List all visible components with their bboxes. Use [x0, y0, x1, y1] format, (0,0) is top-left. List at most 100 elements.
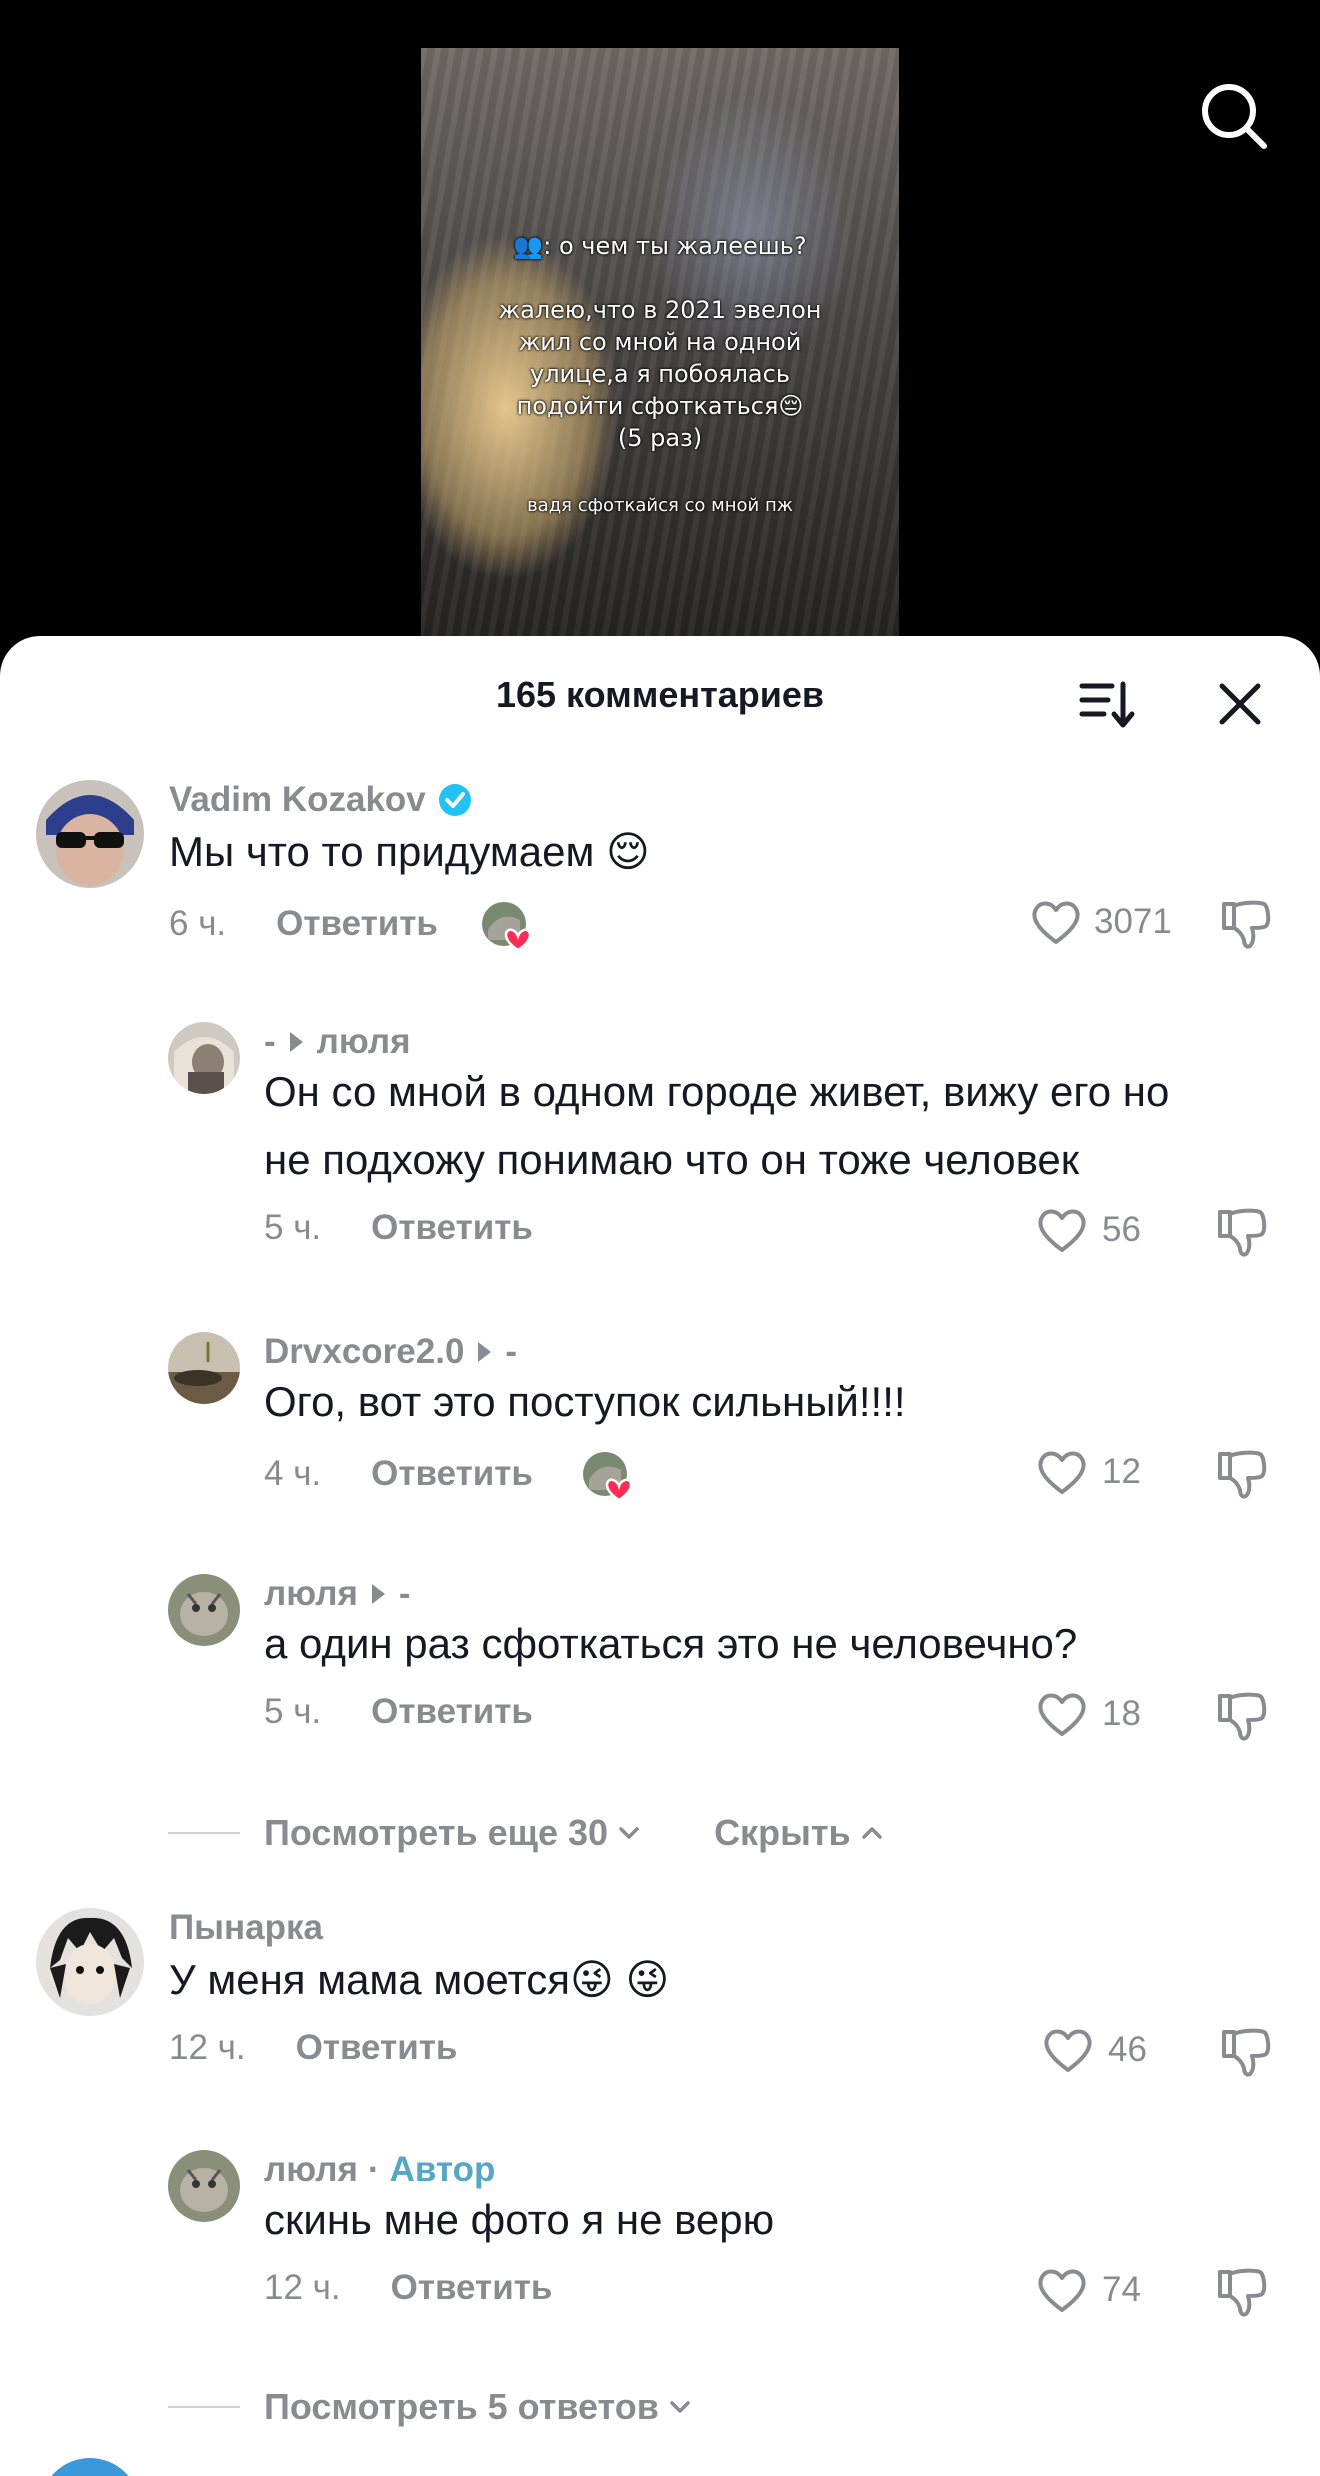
- comment-username[interactable]: Пынарка: [169, 1908, 323, 1948]
- heart-outline-icon: [1038, 1209, 1086, 1252]
- sort-icon: [1079, 681, 1135, 728]
- reply-item: люля - а один раз сфоткаться это не челов…: [0, 1574, 1320, 1741]
- comment-time: 5 ч.: [264, 1692, 322, 1731]
- heart-outline-icon: [1038, 2269, 1086, 2312]
- like-count: 18: [1102, 1694, 1141, 1733]
- reply-arrow-icon: [289, 1032, 303, 1052]
- comment-text: Ого, вот это поступок сильный!!!!: [264, 1378, 906, 1425]
- video-caption-question: 👥: о чем ты жалеешь?: [513, 232, 807, 260]
- view-more-button[interactable]: Посмотреть еще 30: [264, 1812, 608, 1854]
- comment-username[interactable]: Vadim Kozakov: [169, 780, 472, 820]
- like-button[interactable]: 56: [1036, 1206, 1141, 1254]
- heart-outline-icon: [1038, 1451, 1086, 1494]
- dislike-icon: [1218, 1208, 1267, 1257]
- comment-time: 12 ч.: [264, 2268, 341, 2307]
- dislike-button[interactable]: [1218, 896, 1274, 952]
- comment-meta: 12 ч. Ответить: [264, 2268, 552, 2308]
- comment-time: 5 ч.: [264, 1208, 322, 1247]
- comment-meta: 5 ч. Ответить: [264, 1208, 533, 1248]
- comment-meta: 4 ч. Ответить: [264, 1450, 633, 1502]
- reply-button[interactable]: Ответить: [296, 2028, 458, 2068]
- chevron-down-icon: [670, 2401, 690, 2413]
- like-button[interactable]: 46: [1042, 2026, 1147, 2074]
- comment-meta: 12 ч. Ответить: [169, 2028, 457, 2068]
- comment-time: 4 ч.: [264, 1454, 322, 1493]
- dislike-icon: [1218, 1692, 1267, 1741]
- avatar[interactable]: [36, 1908, 144, 2016]
- comments-header: 165 комментариев: [0, 636, 1320, 756]
- comment-text: Он со мной в одном городе живет, вижу ег…: [264, 1068, 1170, 1183]
- comment-item: Пынарка У меня мама моется😜 😜 12 ч. Отве…: [0, 1908, 1320, 2077]
- avatar[interactable]: [168, 1022, 240, 1094]
- dislike-icon: [1222, 900, 1271, 949]
- close-button[interactable]: [1210, 674, 1270, 734]
- author-badge: Автор: [389, 2150, 496, 2189]
- like-button[interactable]: 18: [1036, 1690, 1141, 1738]
- reply-arrow-icon: [371, 1584, 385, 1604]
- reply-button[interactable]: Ответить: [371, 1692, 533, 1732]
- heart-outline-icon: [1038, 1693, 1086, 1736]
- reply-button[interactable]: Ответить: [276, 904, 438, 944]
- comment-item: Vadim Kozakov Мы что то придумаем 😌 6 ч.…: [0, 780, 1320, 952]
- reply-username[interactable]: - люля: [264, 1022, 411, 1062]
- verified-icon: [438, 784, 471, 816]
- video-thumbnail[interactable]: 👥: о чем ты жалеешь? жалею,что в 2021 эв…: [421, 48, 899, 648]
- reply-button[interactable]: Ответить: [371, 1208, 533, 1248]
- like-count: 74: [1102, 2270, 1141, 2309]
- thread-line: [168, 1832, 240, 1834]
- view-more-button[interactable]: Посмотреть 5 ответов: [264, 2386, 659, 2428]
- reply-item: Drvxcore2.0- Ого, вот это поступок сильн…: [0, 1332, 1320, 1502]
- avatar[interactable]: [168, 2150, 240, 2222]
- comment-text: скинь мне фото я не верю: [264, 2196, 775, 2243]
- next-avatar[interactable]: [40, 2458, 140, 2476]
- view-more-replies: Посмотреть 5 ответов: [168, 2386, 695, 2428]
- chevron-up-icon: [861, 1827, 882, 1839]
- avatar[interactable]: [168, 1574, 240, 1646]
- video-caption: жалею,что в 2021 эвелон жил со мной на о…: [498, 296, 822, 452]
- reply-username[interactable]: люля -: [264, 1574, 411, 1614]
- dislike-icon: [1218, 2268, 1267, 2317]
- dislike-button[interactable]: [1214, 2264, 1270, 2320]
- heart-outline-icon: [1032, 901, 1080, 944]
- hide-replies-button[interactable]: Скрыть: [714, 1812, 851, 1854]
- reply-username[interactable]: Drvxcore2.0-: [264, 1332, 517, 1372]
- comment-meta: 5 ч. Ответить: [264, 1692, 533, 1732]
- like-button[interactable]: 74: [1036, 2266, 1141, 2314]
- reply-username[interactable]: люля · Автор: [264, 2150, 495, 2190]
- comment-text: а один раз сфоткаться это не человечно?: [264, 1620, 1078, 1667]
- reply-item: люля · Автор скинь мне фото я не верю 12 ч…: [0, 2150, 1320, 2317]
- like-count: 46: [1108, 2030, 1147, 2069]
- dislike-button[interactable]: [1214, 1204, 1270, 1260]
- liked-by-creator-badge: [581, 1450, 633, 1502]
- dislike-icon: [1222, 2028, 1271, 2077]
- view-more-replies: Посмотреть еще 30 Скрыть: [168, 1812, 887, 1854]
- search-button[interactable]: [1198, 80, 1270, 152]
- video-area[interactable]: 👥: о чем ты жалеешь? жалею,что в 2021 эв…: [0, 0, 1320, 660]
- reply-button[interactable]: Ответить: [371, 1454, 533, 1494]
- like-count: 3071: [1094, 902, 1172, 941]
- sort-button[interactable]: [1076, 674, 1136, 734]
- dislike-button[interactable]: [1214, 1688, 1270, 1744]
- like-button[interactable]: 3071: [1030, 898, 1172, 946]
- close-icon: [1219, 683, 1261, 725]
- thread-line: [168, 2406, 240, 2408]
- liked-by-creator-badge: [480, 900, 532, 952]
- dislike-button[interactable]: [1218, 2024, 1274, 2080]
- comment-text: Мы что то придумаем 😌: [169, 828, 650, 875]
- search-icon: [1202, 84, 1267, 149]
- like-button[interactable]: 12: [1036, 1448, 1141, 1496]
- like-count: 56: [1102, 1210, 1141, 1249]
- avatar[interactable]: [168, 1332, 240, 1404]
- dislike-button[interactable]: [1214, 1446, 1270, 1502]
- comment-meta: 6 ч. Ответить: [169, 900, 532, 952]
- chevron-down-icon: [619, 1827, 639, 1839]
- reply-button[interactable]: Ответить: [391, 2268, 553, 2308]
- comments-sheet: 165 комментариев Vadim Kozakov Мы что то…: [0, 636, 1320, 2476]
- reply-arrow-icon: [478, 1342, 492, 1362]
- comment-text: У меня мама моется😜 😜: [169, 1956, 670, 2003]
- heart-outline-icon: [1044, 2029, 1092, 2072]
- dislike-icon: [1218, 1450, 1267, 1499]
- comment-time: 6 ч.: [169, 904, 227, 943]
- avatar[interactable]: [36, 780, 144, 888]
- like-count: 12: [1102, 1452, 1141, 1491]
